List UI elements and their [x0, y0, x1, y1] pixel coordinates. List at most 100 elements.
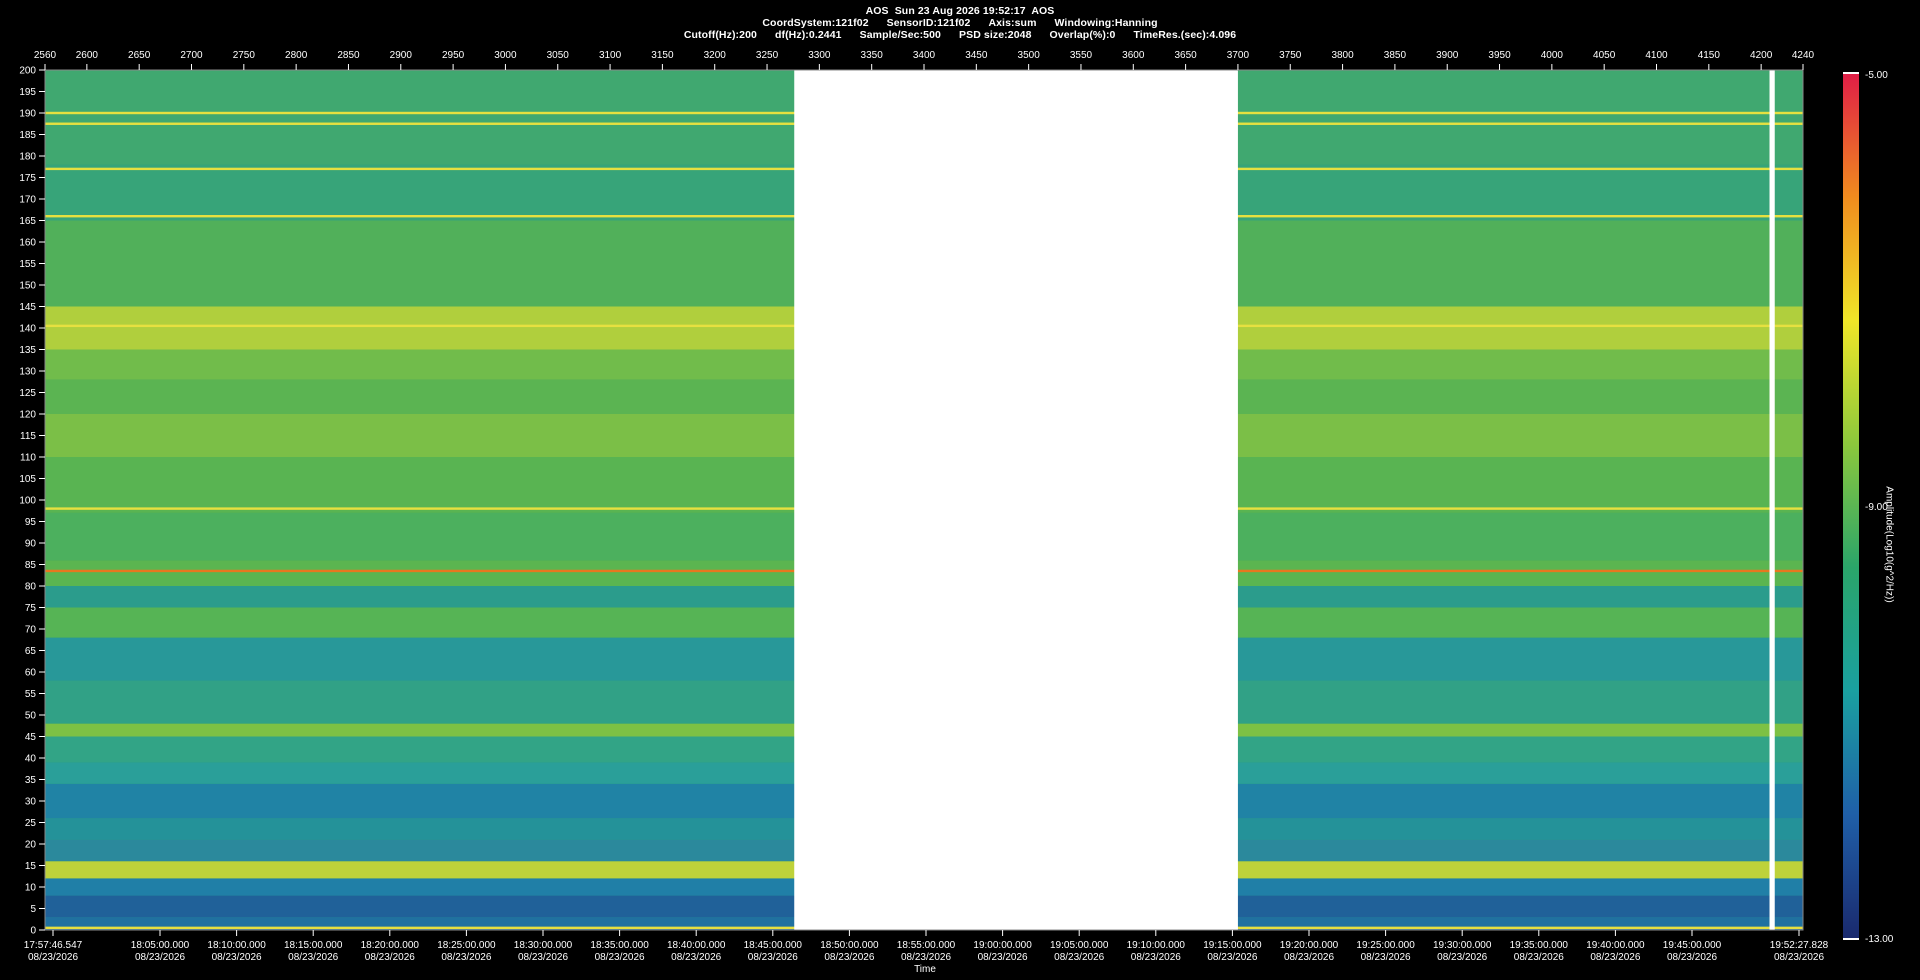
time-axis-tick-label: 18:40:00.000 [667, 940, 726, 951]
top-axis-tick-label: 2560 [34, 50, 57, 61]
time-axis-tick-label: 18:15:00.000 [284, 940, 343, 951]
y-axis-tick-label: 10 [25, 883, 37, 894]
top-axis-tick-label: 2750 [233, 50, 256, 61]
time-axis-tick-label: 19:10:00.000 [1127, 940, 1186, 951]
colorbar-tick-label: -5.00 [1865, 70, 1888, 81]
top-axis-tick-label: 3700 [1227, 50, 1250, 61]
time-axis-date-label: 08/23/2026 [1284, 952, 1334, 963]
y-axis-tick-label: 175 [19, 173, 36, 184]
time-axis-tick-label: 18:30:00.000 [514, 940, 573, 951]
top-axis-tick-label: 3550 [1070, 50, 1093, 61]
y-axis-tick-label: 0 [30, 926, 36, 937]
y-axis-tick-label: 130 [19, 367, 36, 378]
colorbar-scale [1843, 74, 1859, 938]
y-axis-tick-label: 50 [25, 711, 37, 722]
time-axis-date-label: 08/23/2026 [595, 952, 645, 963]
time-axis-date-label: 08/23/2026 [748, 952, 798, 963]
top-axis-tick-label: 2800 [285, 50, 308, 61]
top-axis-tick-label: 2600 [76, 50, 99, 61]
y-axis-tick-label: 110 [20, 453, 36, 464]
time-axis-tick-label: 19:35:00.000 [1510, 940, 1569, 951]
y-axis-tick-label: 80 [25, 582, 37, 593]
top-axis-tick-label: 4240 [1792, 50, 1815, 61]
y-axis-tick-label: 40 [25, 754, 37, 765]
time-axis-date-label: 08/23/2026 [135, 952, 185, 963]
y-axis-tick-label: 60 [25, 668, 37, 679]
y-axis-tick-label: 55 [25, 689, 37, 700]
top-axis-tick-label: 2700 [180, 50, 203, 61]
y-axis-tick-label: 95 [25, 517, 37, 528]
time-axis-date-label: 08/23/2026 [978, 952, 1028, 963]
y-axis-tick-label: 140 [19, 324, 36, 335]
y-axis-tick-label: 20 [25, 840, 37, 851]
data-gap [794, 70, 1238, 930]
y-axis-tick-label: 70 [25, 625, 37, 636]
time-axis-date-label: 08/23/2026 [518, 952, 568, 963]
top-axis-tick-label: 3400 [913, 50, 936, 61]
top-axis-tick-label: 2850 [337, 50, 360, 61]
time-axis-date-label: 08/23/2026 [1437, 952, 1487, 963]
y-axis-tick-label: 145 [19, 302, 36, 313]
time-axis-tick-label: 19:20:00.000 [1280, 940, 1339, 951]
y-axis-tick-label: 65 [25, 646, 37, 657]
top-axis-tick-label: 3850 [1384, 50, 1407, 61]
y-axis-tick-label: 15 [25, 861, 37, 872]
time-axis-date-label: 08/23/2026 [901, 952, 951, 963]
y-axis-tick-label: 190 [19, 109, 36, 120]
top-axis-tick-label: 3350 [861, 50, 884, 61]
time-axis-date-label: 08/23/2026 [288, 952, 338, 963]
y-axis-tick-label: 180 [19, 152, 36, 163]
time-axis-date-label: 08/23/2026 [671, 952, 721, 963]
top-axis-tick-label: 3050 [547, 50, 570, 61]
time-axis-date-label: 08/23/2026 [1590, 952, 1640, 963]
y-axis-tick-label: 25 [25, 818, 37, 829]
top-axis-tick-label: 3100 [599, 50, 622, 61]
time-axis-date-label: 08/23/2026 [1361, 952, 1411, 963]
top-axis-tick-label: 3650 [1174, 50, 1197, 61]
time-axis-date-label: 08/23/2026 [441, 952, 491, 963]
y-axis-tick-label: 135 [19, 345, 36, 356]
top-axis-tick-label: 4000 [1541, 50, 1564, 61]
time-axis-tick-label: 19:25:00.000 [1356, 940, 1415, 951]
time-axis-tick-label: 17:57:46.547 [24, 940, 83, 951]
y-axis-tick-label: 5 [30, 904, 36, 915]
top-axis-tick-label: 3300 [808, 50, 831, 61]
time-axis-tick-label: 19:30:00.000 [1433, 940, 1492, 951]
time-axis-tick-label: 19:52:27.828 [1770, 940, 1829, 951]
time-axis-tick-label: 18:20:00.000 [361, 940, 420, 951]
spectrogram-chart[interactable]: 2560 2600 2650 2700 2750 2800 2850 2900 2950 3000… [0, 0, 1920, 980]
y-axis-tick-label: 150 [19, 281, 36, 292]
top-axis-tick-label: 3950 [1488, 50, 1511, 61]
time-axis-tick-label: 18:35:00.000 [590, 940, 649, 951]
top-axis-tick-label: 4150 [1698, 50, 1721, 61]
y-axis-tick-label: 85 [25, 560, 37, 571]
y-axis-tick-label: 100 [19, 496, 36, 507]
y-axis-tick-label: 120 [19, 410, 36, 421]
colorbar-tick-label: -13.00 [1865, 934, 1894, 945]
y-axis-tick-label: 30 [25, 797, 37, 808]
time-axis-tick-label: 18:50:00.000 [820, 940, 879, 951]
time-axis-tick-label: 19:40:00.000 [1586, 940, 1645, 951]
time-axis-tick-label: 19:15:00.000 [1203, 940, 1262, 951]
time-axis-date-label: 08/23/2026 [1131, 952, 1181, 963]
time-axis-date-label: 08/23/2026 [212, 952, 262, 963]
top-axis-tick-label: 3250 [756, 50, 779, 61]
data-gap [1769, 70, 1775, 930]
top-axis-tick-label: 2650 [128, 50, 151, 61]
y-axis-tick-label: 125 [19, 388, 36, 399]
y-axis-tick-label: 195 [19, 87, 36, 98]
top-axis-tick-label: 3500 [1018, 50, 1041, 61]
time-axis-date-label: 08/23/2026 [1514, 952, 1564, 963]
y-axis-tick-label: 160 [19, 238, 36, 249]
y-axis-tick-label: 155 [19, 259, 36, 270]
y-axis-tick-label: 115 [20, 431, 36, 442]
y-axis-tick-label: 170 [19, 195, 36, 206]
time-axis-date-label: 08/23/2026 [1667, 952, 1717, 963]
colorbar-min-marker [1843, 938, 1859, 940]
y-axis-tick-label: 200 [19, 66, 36, 77]
colorbar-max-marker [1843, 72, 1859, 74]
y-axis-tick-label: 35 [25, 775, 37, 786]
y-axis-tick-label: 90 [25, 539, 37, 550]
top-axis-tick-label: 3900 [1436, 50, 1459, 61]
top-axis-tick-label: 4100 [1645, 50, 1668, 61]
